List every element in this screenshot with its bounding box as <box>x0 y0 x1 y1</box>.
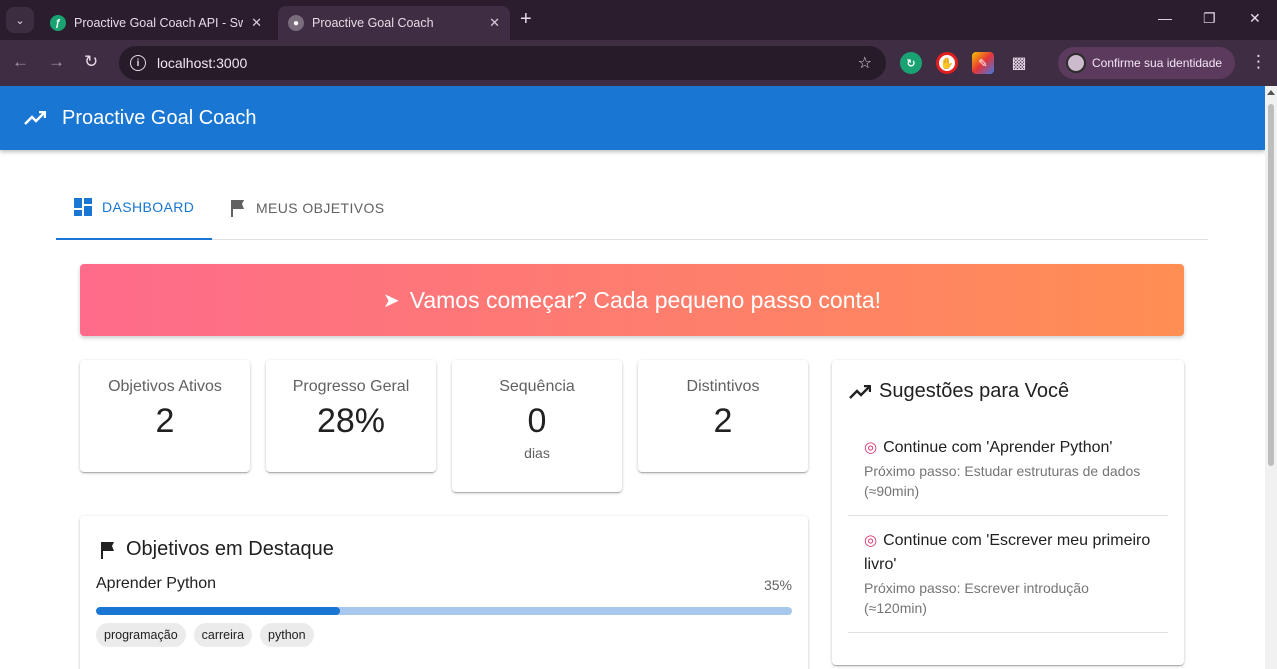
browser-tab-app[interactable]: ● Proactive Goal Coach ✕ <box>278 6 510 40</box>
site-info-icon[interactable]: i <box>130 55 146 71</box>
browser-tab-swagger[interactable]: ƒ Proactive Goal Coach API - Swa ✕ <box>40 6 272 40</box>
goal-name[interactable]: Aprender Python <box>96 575 216 593</box>
featured-goals-card: Objetivos em Destaque Aprender Python 35… <box>80 516 808 669</box>
tab-search-button[interactable]: ⌄ <box>6 7 34 33</box>
goal-progress-percent: 35% <box>763 577 792 593</box>
extensions-puzzle-icon[interactable]: ▩ <box>1008 52 1030 74</box>
goal-tags: programação carreira python <box>96 623 314 647</box>
featured-goals-header: Objetivos em Destaque <box>100 538 334 561</box>
color-picker-extension-icon[interactable]: ✎ <box>972 52 994 74</box>
browser-tabstrip: ⌄ ƒ Proactive Goal Coach API - Swa ✕ ● P… <box>0 0 1277 40</box>
motivation-banner: ➤ Vamos começar? Cada pequeno passo cont… <box>80 264 1184 336</box>
stat-card-objetivos-ativos: Objetivos Ativos 2 <box>80 360 250 472</box>
browser-tab-title: Proactive Goal Coach API - Swa <box>74 16 244 30</box>
tag-chip[interactable]: carreira <box>193 623 253 647</box>
app-bar: Proactive Goal Coach <box>0 86 1265 150</box>
page-scrollbar[interactable] <box>1265 86 1277 669</box>
suggestions-card: Sugestões para Você ◎ Continue com 'Apren… <box>832 360 1184 665</box>
new-tab-button[interactable]: + <box>520 8 532 31</box>
suggestions-header: Sugestões para Você <box>849 380 1069 403</box>
suggestion-detail: Próximo passo: Escrever introdução (≈120… <box>864 580 1089 616</box>
scroll-up-arrow-icon[interactable] <box>1267 90 1275 95</box>
stat-unit: dias <box>524 445 550 461</box>
target-icon: ◎ <box>864 439 878 456</box>
main-tabs: DASHBOARD MEUS OBJETIVOS <box>56 176 1208 240</box>
suggestions-title: Sugestões para Você <box>879 380 1070 402</box>
address-bar[interactable]: i localhost:3000 ☆ <box>119 46 886 80</box>
window-close-icon[interactable]: ✕ <box>1249 10 1261 27</box>
stat-card-sequencia: Sequência 0 dias <box>452 360 622 492</box>
stat-value: 28% <box>316 402 386 440</box>
target-icon: ◎ <box>864 532 878 549</box>
stat-card-progresso-geral: Progresso Geral 28% <box>266 360 436 472</box>
rocket-icon: ➤ <box>382 289 400 312</box>
forward-icon[interactable]: → <box>48 52 65 72</box>
tab-dashboard[interactable]: DASHBOARD <box>56 176 212 240</box>
tag-chip[interactable]: python <box>260 623 314 647</box>
suggestion-detail: Próximo passo: Estudar estruturas de dad… <box>864 463 1141 499</box>
profile-button[interactable]: Confirme sua identidade <box>1058 47 1235 79</box>
globe-favicon-icon: ● <box>288 15 304 31</box>
banner-text: Vamos começar? Cada pequeno passo conta! <box>409 286 882 313</box>
suggestion-item[interactable]: ◎ Continue com 'Aprender Python' Próximo … <box>848 436 1168 516</box>
tag-chip[interactable]: programação <box>96 623 186 647</box>
goal-progress-fill <box>96 607 340 615</box>
minimize-icon[interactable]: — <box>1158 10 1172 26</box>
trending-up-icon <box>849 384 871 399</box>
flag-icon <box>101 541 114 559</box>
bookmark-star-icon[interactable]: ☆ <box>858 53 872 73</box>
browser-tab-title: Proactive Goal Coach <box>312 16 434 30</box>
stat-card-distintivos: Distintivos 2 <box>638 360 808 472</box>
stat-label: Objetivos Ativos <box>108 378 222 395</box>
reload-icon[interactable]: ↻ <box>84 52 98 72</box>
suggestion-title: Continue com 'Escrever meu primeiro livr… <box>864 532 1151 573</box>
swagger-favicon-icon: ƒ <box>50 15 66 31</box>
url-text[interactable]: localhost:3000 <box>157 55 247 71</box>
close-tab-icon[interactable]: ✕ <box>489 15 500 31</box>
back-icon[interactable]: ← <box>12 52 29 72</box>
stat-value: 2 <box>713 402 733 440</box>
sync-extension-icon[interactable]: ↻ <box>900 52 922 74</box>
dashboard-icon <box>74 198 92 216</box>
trending-up-icon <box>24 111 46 125</box>
stat-value: 2 <box>155 402 175 440</box>
stat-value: 0 <box>527 402 547 440</box>
tab-label: MEUS OBJETIVOS <box>256 200 385 216</box>
adblock-extension-icon[interactable]: ✋ <box>936 52 958 74</box>
app-title: Proactive Goal Coach <box>62 106 257 129</box>
tab-label: DASHBOARD <box>102 199 195 215</box>
restore-icon[interactable]: ❐ <box>1203 10 1216 27</box>
featured-goals-title: Objetivos em Destaque <box>126 538 334 560</box>
tab-meus-objetivos[interactable]: MEUS OBJETIVOS <box>212 176 385 240</box>
stat-label: Sequência <box>499 378 575 395</box>
close-tab-icon[interactable]: ✕ <box>251 15 262 31</box>
stat-label: Progresso Geral <box>292 378 410 395</box>
suggestion-item[interactable]: ◎ Continue com 'Escrever meu primeiro liv… <box>848 529 1168 633</box>
goal-progress-bar <box>96 607 792 615</box>
scrollbar-thumb[interactable] <box>1268 104 1274 466</box>
page-viewport: Proactive Goal Coach DASHBOARD MEUS OBJE… <box>0 86 1265 669</box>
profile-label: Confirme sua identidade <box>1092 56 1223 70</box>
flag-icon <box>231 200 244 217</box>
avatar <box>1066 53 1086 73</box>
stat-label: Distintivos <box>686 378 760 395</box>
suggestion-title: Continue com 'Aprender Python' <box>883 439 1113 456</box>
browser-menu-icon[interactable]: ⋮ <box>1250 52 1267 72</box>
